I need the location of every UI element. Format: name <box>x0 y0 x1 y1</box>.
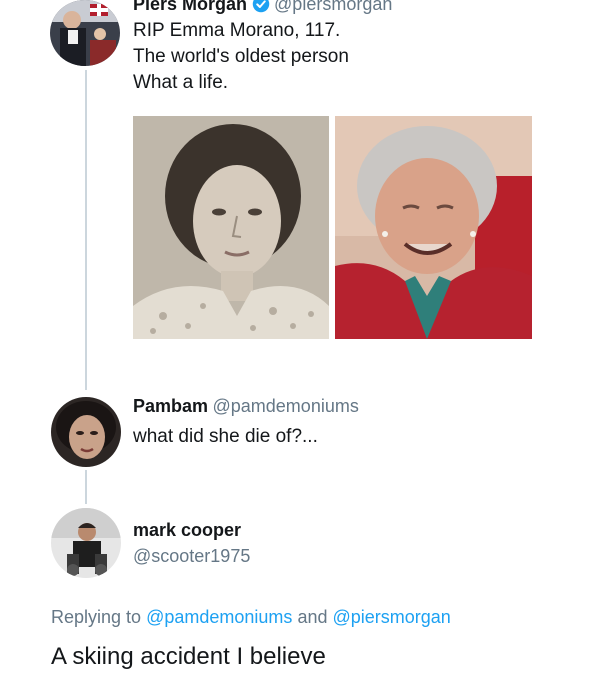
reply1-name[interactable]: Pambam <box>133 396 208 416</box>
reply2-name[interactable]: mark cooper <box>133 520 241 541</box>
thread-line-2 <box>85 470 87 504</box>
replying-to-line: Replying to @pamdemoniums and @piersmorg… <box>51 607 451 628</box>
verified-badge-icon <box>252 0 270 13</box>
reply1-handle[interactable]: @pamdemoniums <box>213 396 359 416</box>
tweet1-line-1: RIP Emma Morano, 117. <box>133 20 341 41</box>
tweet1-name[interactable]: Piers Morgan <box>133 0 247 14</box>
tweet1-handle[interactable]: @piersmorgan <box>274 0 392 14</box>
reply2-text: A skiing accident I believe <box>51 643 326 670</box>
reply1-header: Pambam @pamdemoniums <box>133 396 359 417</box>
reply2-handle[interactable]: @scooter1975 <box>133 546 250 567</box>
tweet1-line-3: What a life. <box>133 72 229 93</box>
avatar-mark-cooper[interactable] <box>51 508 121 578</box>
thread-line-1 <box>85 70 87 390</box>
replying-to-user-piersmorgan[interactable]: @piersmorgan <box>333 607 451 627</box>
tweet1-line-2: The world's oldest person <box>133 46 349 67</box>
photo-elderly-portrait[interactable] <box>335 116 532 339</box>
reply1-text: what did she die of?... <box>133 426 318 447</box>
avatar-pambam[interactable] <box>51 397 121 467</box>
replying-to-and: and <box>297 607 328 627</box>
replying-to-user-pamdemoniums[interactable]: @pamdemoniums <box>146 607 292 627</box>
tweet1-text: RIP Emma Morano, 117. The world's oldest… <box>133 18 553 96</box>
photo-young-portrait[interactable] <box>133 116 329 339</box>
avatar-piers-morgan[interactable] <box>50 0 120 66</box>
replying-to-prefix: Replying to <box>51 607 142 627</box>
tweet1-header: Piers Morgan @piersmorgan <box>133 0 392 15</box>
